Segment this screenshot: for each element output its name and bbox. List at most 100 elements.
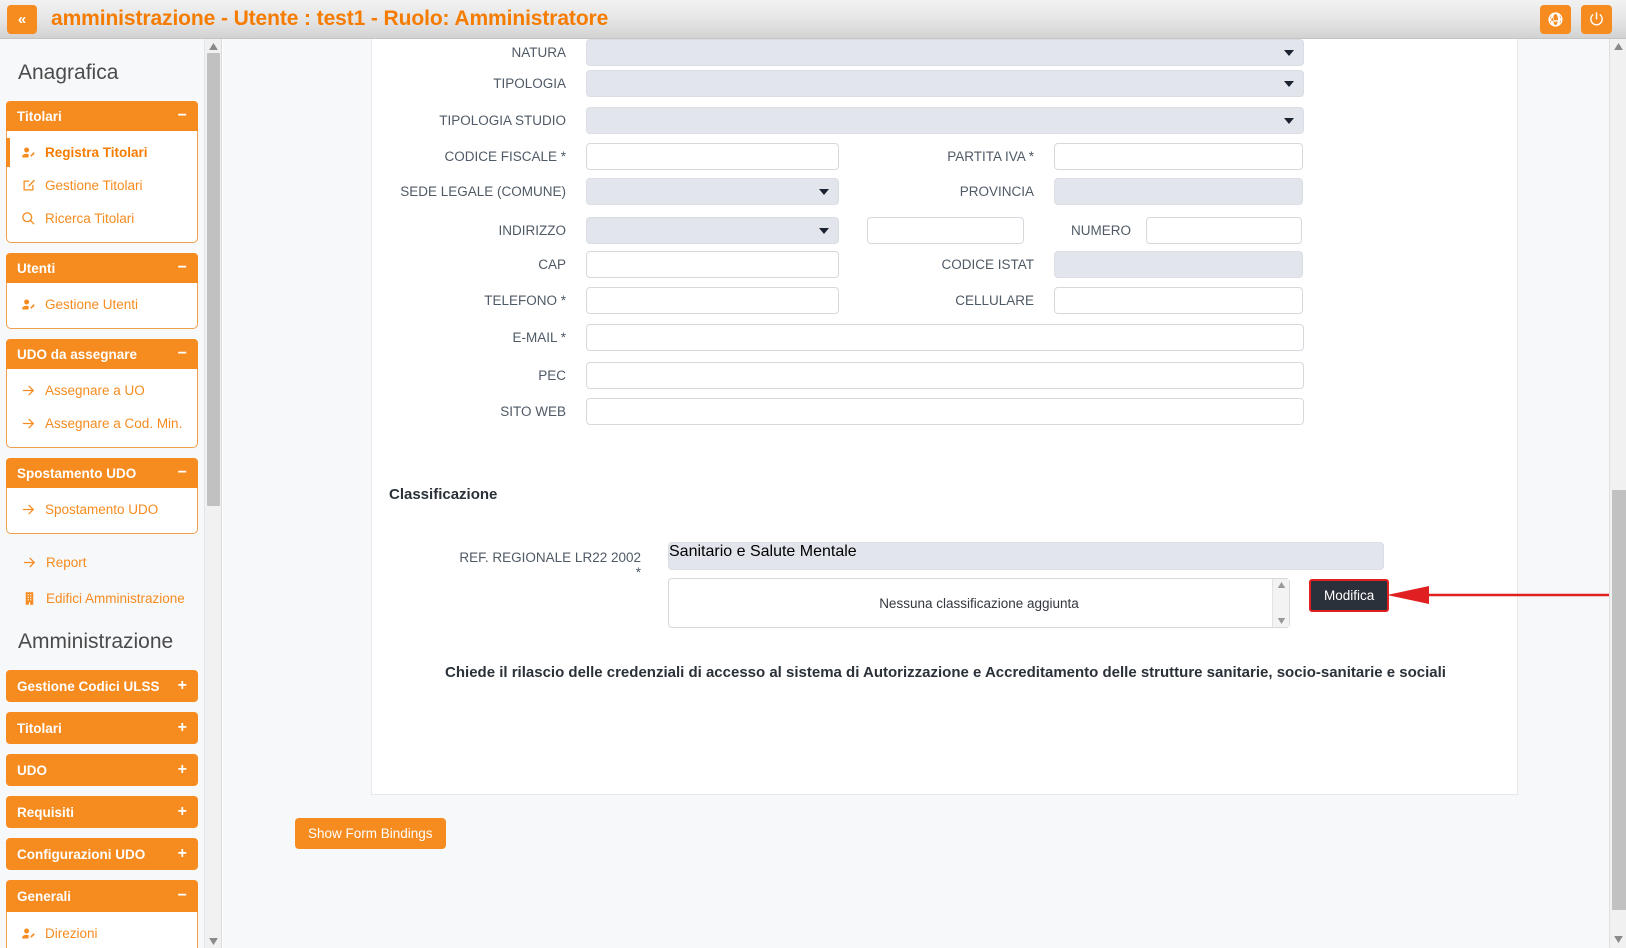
classificazione-heading: Classificazione — [389, 486, 498, 503]
building-icon — [25, 591, 34, 605]
email-input[interactable] — [586, 324, 1304, 351]
classificazione-empty-text: Nessuna classificazione aggiunta — [879, 595, 1079, 611]
sidebar-group-label: Titolari — [17, 720, 62, 736]
globe-icon — [1548, 11, 1563, 27]
sidebar-group-header-generali[interactable]: Generali − — [6, 880, 198, 912]
ref-regionale-label: REF. REGIONALE LR22 2002 * — [459, 550, 641, 580]
tipologia-studio-select[interactable] — [586, 107, 1304, 134]
sidebar-item-label: Direzioni — [45, 926, 98, 941]
form-row-sito-web: SITO WEB — [389, 398, 1304, 425]
sidebar-item-ricerca-titolari[interactable]: Ricerca Titolari — [7, 202, 197, 235]
indirizzo-extra-input[interactable] — [867, 217, 1024, 244]
numero-input[interactable] — [1146, 217, 1302, 244]
sidebar-group-body: Spostamento UDO — [6, 488, 198, 534]
sidebar-group-header-udo-da-assegnare[interactable]: UDO da assegnare − — [6, 339, 198, 369]
partita-iva-input[interactable] — [1054, 143, 1303, 170]
ref-regionale-value: Sanitario e Salute Mentale — [669, 543, 857, 560]
sidebar-item-label: Spostamento UDO — [45, 502, 159, 517]
language-button[interactable] — [1540, 4, 1571, 34]
sidebar-group-configurazioni-udo: Configurazioni UDO + — [6, 838, 198, 870]
sidebar-group-label: Configurazioni UDO — [17, 846, 146, 862]
sidebar-group-header-requisiti[interactable]: Requisiti + — [6, 796, 198, 828]
sidebar-scrollbar-thumb[interactable] — [207, 53, 220, 506]
form-row-sede-legale: SEDE LEGALE (COMUNE) PROVINCIA — [389, 178, 1303, 205]
sidebar-group-titolari-admin: Titolari + — [6, 712, 198, 744]
page-scrollbar[interactable] — [1609, 39, 1626, 948]
scroll-up-arrow-icon[interactable] — [205, 39, 221, 53]
page-scrollbar-thumb[interactable] — [1612, 490, 1626, 910]
page-title: amministrazione - Utente : test1 - Ruolo… — [51, 7, 609, 30]
sidebar-item-registra-titolari[interactable]: Registra Titolari — [6, 136, 197, 169]
header-actions — [1540, 4, 1626, 34]
sidebar-item-report[interactable]: Report — [4, 544, 200, 580]
sidebar-scrollbar[interactable] — [205, 39, 222, 948]
declaration-text: Chiede il rilascio delle credenziali di … — [445, 664, 1446, 681]
user-edit-icon — [22, 147, 35, 158]
user-edit-icon — [22, 928, 35, 939]
main-content-area: Indietro Pulisci Salva NATURA TIPOLOGIA — [223, 39, 1609, 948]
sidebar-item-assegnare-a-cod-min[interactable]: Assegnare a Cod. Min. — [7, 407, 197, 440]
codice-fiscale-label: CODICE FISCALE * — [444, 149, 566, 164]
sidebar-group-header-gestione-codici-ulss[interactable]: Gestione Codici ULSS + — [6, 670, 198, 702]
partita-iva-label: PARTITA IVA * — [947, 149, 1034, 164]
sidebar-item-gestione-titolari[interactable]: Gestione Titolari — [7, 169, 197, 202]
sidebar-group-udo: UDO + — [6, 754, 198, 786]
indirizzo-select[interactable] — [586, 217, 839, 244]
cap-input[interactable] — [586, 251, 839, 278]
scroll-up-arrow-icon[interactable] — [1277, 582, 1286, 588]
sidebar-item-edifici-amministrazione[interactable]: Edifici Amministrazione — [4, 580, 200, 616]
scroll-down-arrow-icon[interactable] — [1277, 618, 1286, 624]
sidebar-item-spostamento-udo[interactable]: Spostamento UDO — [7, 493, 197, 526]
sidebar-group-body: Direzioni — [6, 912, 198, 948]
sidebar-group-label: Titolari — [17, 108, 62, 124]
natura-select[interactable] — [586, 39, 1304, 66]
sidebar-group-header-configurazioni-udo[interactable]: Configurazioni UDO + — [6, 838, 198, 870]
sidebar-group-label: Requisiti — [17, 804, 75, 820]
scroll-down-arrow-icon[interactable] — [205, 934, 222, 948]
classificazione-list-scrollbar[interactable] — [1272, 579, 1289, 627]
sidebar-item-gestione-utenti[interactable]: Gestione Utenti — [7, 288, 197, 321]
sidebar-item-label: Gestione Titolari — [45, 178, 143, 193]
sidebar-group-label: Gestione Codici ULSS — [17, 678, 160, 694]
form-row-email: E-MAIL * — [389, 324, 1304, 351]
numero-label: NUMERO — [1071, 223, 1131, 238]
sidebar-group-header-udo[interactable]: UDO + — [6, 754, 198, 786]
scroll-up-arrow-icon[interactable] — [1610, 39, 1626, 53]
sidebar-group-header-titolari[interactable]: Titolari − — [6, 101, 198, 131]
sede-legale-select[interactable] — [586, 178, 839, 205]
plus-icon: + — [177, 719, 187, 736]
plus-icon: + — [177, 803, 187, 820]
form-row-codice-fiscale: CODICE FISCALE * PARTITA IVA * — [389, 143, 1303, 170]
modifica-button[interactable]: Modifica — [1309, 579, 1390, 612]
telefono-label: TELEFONO * — [484, 293, 566, 308]
sidebar-section-amministrazione: Amministrazione — [18, 630, 174, 653]
tipologia-select[interactable] — [586, 70, 1304, 97]
sede-legale-label: SEDE LEGALE (COMUNE) — [400, 184, 566, 199]
sito-web-input[interactable] — [586, 398, 1304, 425]
telefono-input[interactable] — [586, 287, 839, 314]
sidebar-group-header-utenti[interactable]: Utenti − — [6, 253, 198, 283]
sidebar-item-direzioni[interactable]: Direzioni — [7, 917, 197, 948]
sidebar-collapse-button[interactable]: « — [7, 4, 37, 34]
scroll-down-arrow-icon[interactable] — [1610, 932, 1626, 946]
codice-fiscale-input[interactable] — [586, 143, 839, 170]
codice-istat-input — [1054, 251, 1303, 278]
cellulare-input[interactable] — [1054, 287, 1303, 314]
ref-regionale-select[interactable]: Sanitario e Salute Mentale — [668, 542, 1384, 570]
logout-button[interactable] — [1581, 4, 1612, 34]
arrow-right-icon — [22, 418, 35, 429]
pec-input[interactable] — [586, 362, 1304, 389]
sidebar-item-label: Registra Titolari — [45, 145, 148, 160]
sidebar-item-label: Assegnare a UO — [45, 383, 145, 398]
sidebar-group-header-titolari-admin[interactable]: Titolari + — [6, 712, 198, 744]
pencil-square-icon — [23, 179, 35, 191]
arrow-right-icon — [22, 385, 35, 396]
sidebar-section-anagrafica: Anagrafica — [18, 61, 119, 84]
show-form-bindings-button[interactable]: Show Form Bindings — [295, 818, 446, 849]
plus-icon: + — [177, 761, 187, 778]
sidebar-group-header-spostamento-udo[interactable]: Spostamento UDO − — [6, 458, 198, 488]
sidebar-item-assegnare-a-uo[interactable]: Assegnare a UO — [7, 374, 197, 407]
sidebar-item-label: Assegnare a Cod. Min. — [45, 416, 183, 431]
minus-icon: − — [177, 464, 187, 481]
power-icon — [1590, 11, 1603, 26]
